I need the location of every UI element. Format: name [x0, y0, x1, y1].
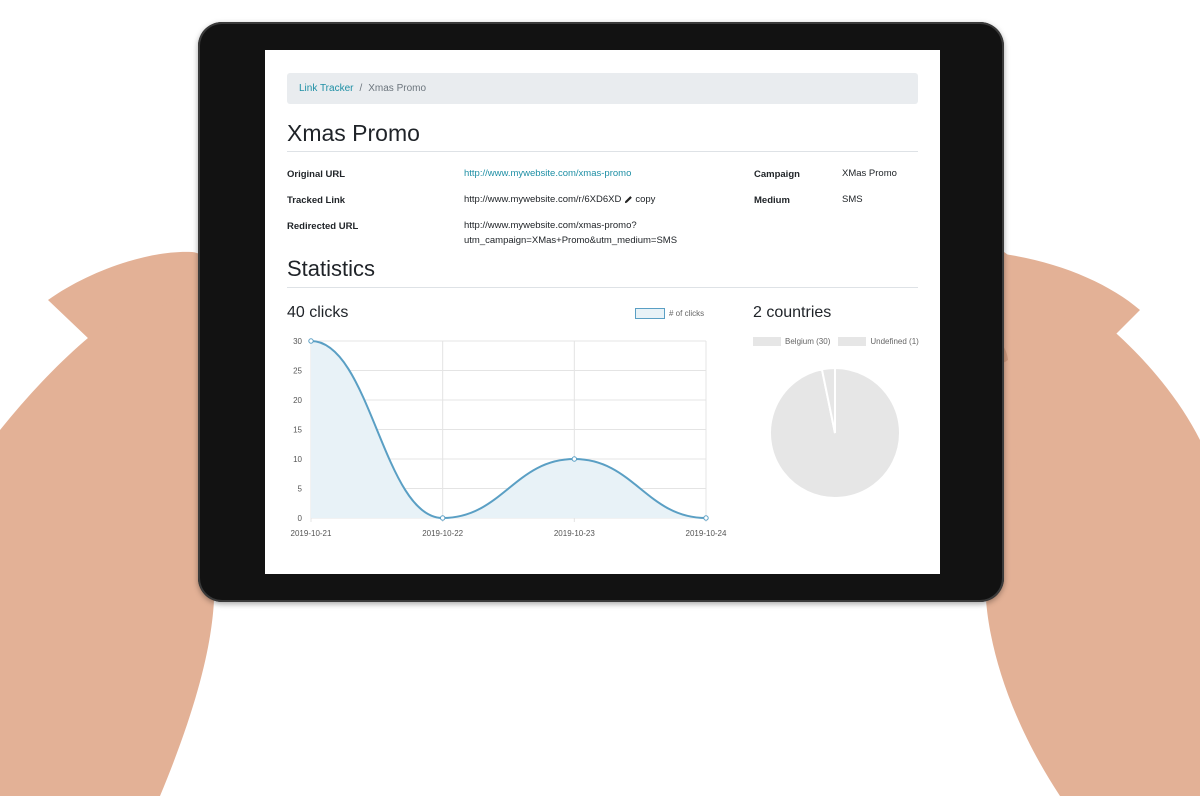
charts-svg: 0 5 10 15 20 25 30 2019-10-21 2019-10-22 2019-10-…: [291, 337, 901, 538]
y-tick-label: 30: [293, 337, 302, 346]
x-tick-label: 2019-10-21: [291, 529, 332, 538]
tablet-screen: Link Tracker / Xmas Promo Xmas Promo Ori…: [265, 50, 940, 574]
y-tick-label: 5: [298, 485, 303, 494]
y-tick-label: 10: [293, 455, 302, 464]
x-tick-label: 2019-10-24: [686, 529, 727, 538]
data-point: [703, 515, 709, 521]
right-hand: [986, 252, 1200, 796]
data-point: [308, 338, 314, 344]
y-tick-label: 0: [298, 514, 303, 523]
x-tick-label: 2019-10-23: [554, 529, 595, 538]
y-tick-label: 15: [293, 426, 302, 435]
y-tick-label: 25: [293, 367, 302, 376]
left-hand: [0, 262, 214, 796]
x-tick-label: 2019-10-22: [422, 529, 463, 538]
data-point: [571, 456, 578, 462]
y-tick-label: 20: [293, 396, 302, 405]
data-point: [439, 515, 446, 521]
